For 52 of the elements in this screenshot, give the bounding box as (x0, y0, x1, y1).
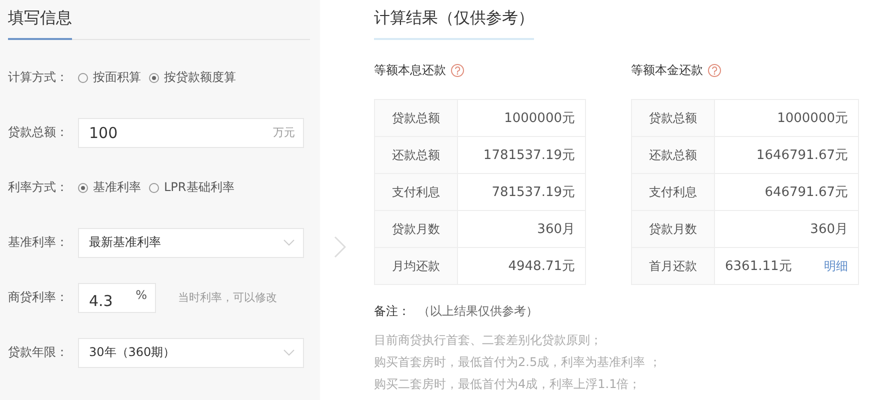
note-text: （以上结果仅供参考） (418, 304, 538, 318)
field-label: 贷款总额： (8, 124, 69, 141)
table-cell: 贷款月数 (375, 211, 458, 247)
table-cell-text: 1000000元 (777, 110, 848, 127)
table-cell-text: 646791.67元 (764, 184, 848, 201)
radio-option[interactable]: 按贷款额度算 (149, 69, 236, 86)
table-cell-text: 1781537.19元 (483, 147, 575, 164)
table-cell: 月均还款 (375, 248, 458, 284)
radio-option[interactable]: LPR基础利率 (149, 179, 234, 196)
field-label: 计算方式： (8, 69, 69, 86)
table-cell: 贷款总额 (375, 100, 458, 136)
help-icon[interactable] (451, 64, 464, 76)
dropdown[interactable]: 30年（360期） (78, 338, 304, 368)
panel-title: 填写信息 (8, 8, 72, 40)
table-cell: 支付利息 (375, 174, 458, 210)
table-cell-text: 4948.71元 (508, 258, 575, 275)
dropdown[interactable]: 最新基准利率 (78, 228, 304, 258)
table-cell-text: 360月 (537, 221, 575, 238)
table-cell: 还款总额 (375, 137, 458, 173)
details-link[interactable]: 明细 (824, 258, 848, 274)
hint-text: 当时利率，可以修改 (178, 290, 277, 305)
note-line: 目前商贷执行首套、二套差别化贷款原则； (374, 332, 603, 349)
table-cell: 还款总额 (632, 137, 715, 173)
field-label: 基准利率： (8, 234, 69, 251)
help-icon[interactable] (708, 64, 721, 76)
table-cell-text: 360月 (810, 221, 848, 238)
field-label: 贷款年限： (8, 344, 69, 361)
chevron-down-icon (283, 349, 295, 356)
unit-label: 万元 (273, 125, 295, 140)
table-cell: 首月还款 (632, 248, 715, 284)
chevron-right-icon[interactable] (334, 236, 346, 258)
section-title: 等额本息还款 (374, 62, 446, 78)
section-title: 等额本金还款 (631, 62, 703, 78)
panel-title: 计算结果（仅供参考） (374, 8, 534, 40)
table-cell: 贷款总额 (632, 100, 715, 136)
radio-option[interactable]: 按面积算 (78, 69, 141, 86)
input-field[interactable]: 4.3 % (78, 282, 156, 312)
table-cell-text: 1000000元 (504, 110, 575, 127)
note-label: 备注： (374, 304, 410, 318)
field-label: 利率方式： (8, 179, 69, 196)
table-cell: 支付利息 (632, 174, 715, 210)
note-line: 购买二套房时，最低首付为4成，利率上浮1.1倍； (374, 376, 642, 393)
chevron-down-icon (283, 239, 295, 246)
input-field[interactable]: 100 万元 (78, 118, 304, 148)
note-line: 购买首套房时，最低首付为2.5成，利率为基准利率 ； (374, 354, 662, 371)
table-cell: 贷款月数 (632, 211, 715, 247)
table-cell-text: 781537.19元 (492, 184, 575, 201)
table-cell-text: 6361.11元 (725, 258, 792, 275)
table-cell-text: 1646791.67元 (756, 147, 848, 164)
unit-label: % (136, 288, 147, 302)
radio-option[interactable]: 基准利率 (78, 179, 141, 196)
field-label: 商贷利率： (8, 289, 69, 306)
